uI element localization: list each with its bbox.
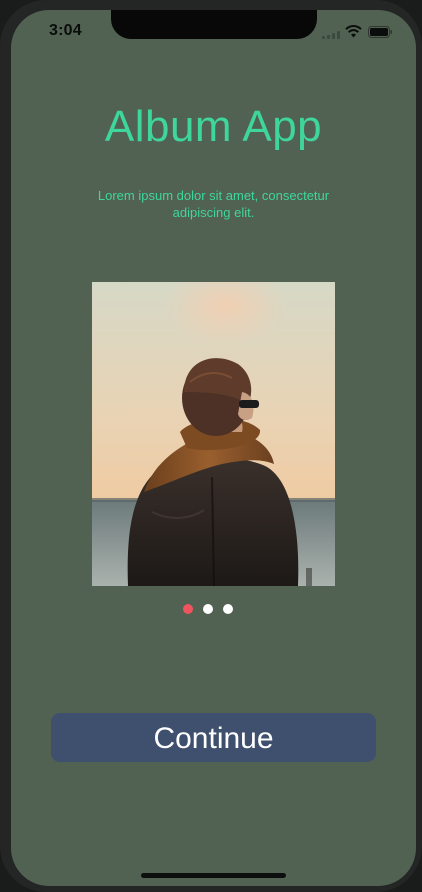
status-time: 3:04: [49, 22, 82, 39]
app-title: Album App: [104, 102, 323, 151]
page-dot-3[interactable]: [223, 604, 233, 614]
battery-icon: [368, 26, 393, 38]
home-indicator[interactable]: [141, 873, 286, 878]
app-screen: 3:04 Album App Lorem ipsum dolor sit ame…: [11, 10, 416, 886]
photo-illustration: [92, 282, 335, 586]
page-dot-2[interactable]: [203, 604, 213, 614]
album-photo[interactable]: [92, 282, 335, 586]
cellular-signal-icon: [322, 31, 340, 39]
page-dot-1[interactable]: [183, 604, 193, 614]
page-indicator[interactable]: [183, 604, 233, 615]
app-subtitle: Lorem ipsum dolor sit amet, consectetur …: [97, 188, 330, 220]
notch: [111, 10, 317, 39]
continue-button[interactable]: Continue: [51, 713, 376, 762]
wifi-icon: [345, 25, 362, 38]
phone-frame: 3:04 Album App Lorem ipsum dolor sit ame…: [0, 0, 422, 892]
